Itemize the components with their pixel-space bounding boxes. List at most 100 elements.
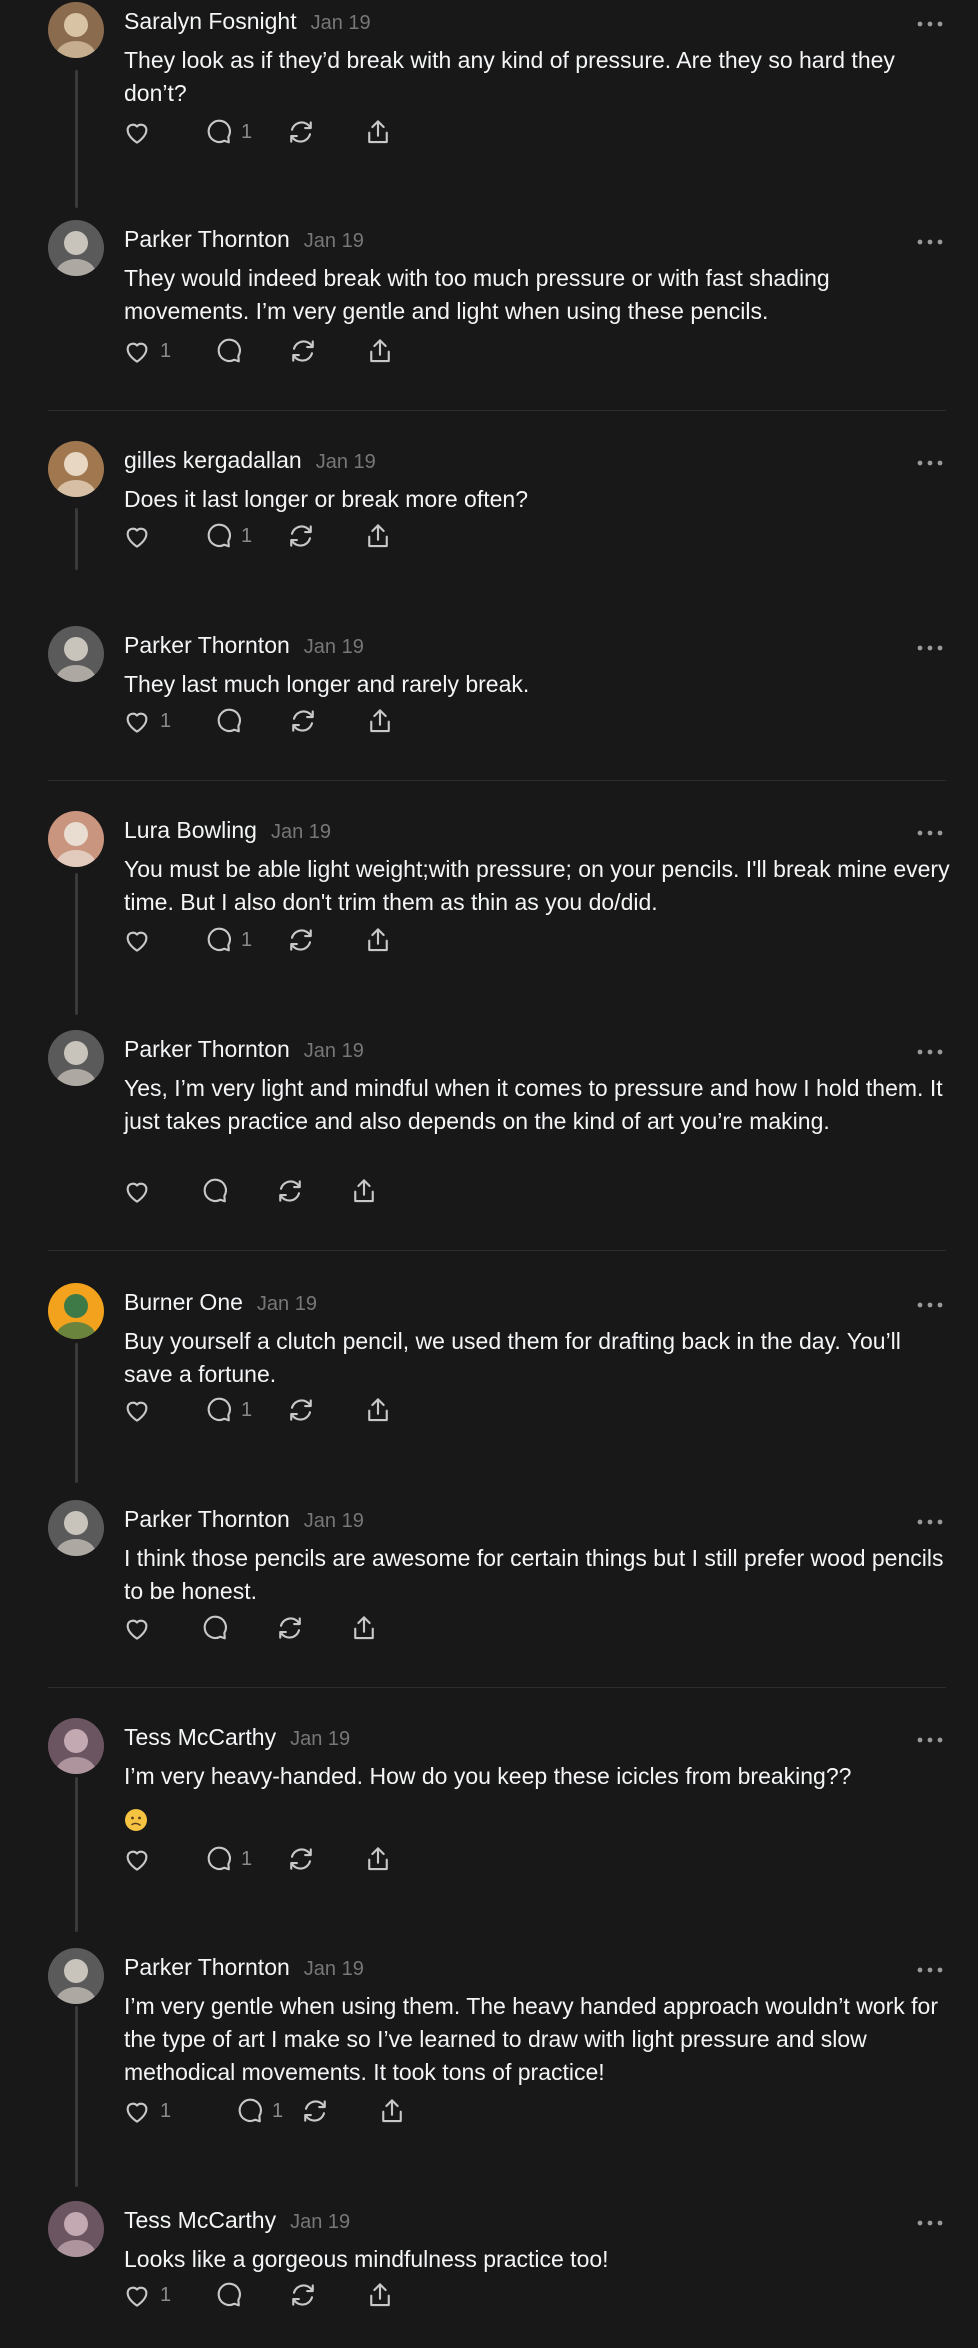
author-name[interactable]: Parker Thornton Jan 19	[124, 632, 364, 659]
more-options-icon[interactable]	[916, 234, 944, 245]
avatar-tess[interactable]	[48, 2201, 104, 2257]
thread-divider	[48, 410, 946, 411]
share-button[interactable]	[365, 336, 395, 366]
avatar-saralyn[interactable]	[48, 2, 104, 58]
more-options-icon[interactable]	[916, 1297, 944, 1308]
repost-button[interactable]	[275, 1613, 305, 1643]
author-name[interactable]: Tess McCarthy Jan 19	[124, 2207, 350, 2234]
author-name-label[interactable]: Parker Thornton	[124, 632, 290, 658]
more-options-icon[interactable]	[916, 2215, 944, 2226]
like-button[interactable]	[122, 1176, 152, 1206]
like-button[interactable]	[122, 1395, 152, 1425]
author-name-label[interactable]: gilles kergadallan	[124, 447, 302, 473]
like-button[interactable]: 1	[122, 336, 171, 366]
more-options-icon[interactable]	[916, 1044, 944, 1055]
post-text: They look as if they’d break with any ki…	[124, 47, 895, 106]
reply-button[interactable]: 1	[234, 2096, 283, 2126]
author-name-label[interactable]: Tess McCarthy	[124, 1724, 276, 1750]
author-name[interactable]: Parker Thornton Jan 19	[124, 1036, 364, 1063]
share-button[interactable]	[349, 1176, 379, 1206]
author-name[interactable]: Parker Thornton Jan 19	[124, 226, 364, 253]
like-button[interactable]	[122, 1613, 152, 1643]
author-name[interactable]: Tess McCarthy Jan 19	[124, 1724, 350, 1751]
repost-button[interactable]	[286, 1844, 316, 1874]
avatar-parker[interactable]	[48, 1500, 104, 1556]
repost-button[interactable]	[286, 117, 316, 147]
heart-icon	[122, 925, 152, 955]
author-name[interactable]: Burner One Jan 19	[124, 1289, 317, 1316]
reply-button[interactable]	[199, 1176, 229, 1206]
avatar-parker[interactable]	[48, 1030, 104, 1086]
more-options-icon[interactable]	[916, 16, 944, 27]
author-name-label[interactable]: Parker Thornton	[124, 1036, 290, 1062]
avatar-lura[interactable]	[48, 811, 104, 867]
like-button[interactable]	[122, 925, 152, 955]
more-options-icon[interactable]	[916, 1732, 944, 1743]
reply-button[interactable]	[199, 1613, 229, 1643]
repost-button[interactable]	[286, 521, 316, 551]
repost-button[interactable]	[275, 1176, 305, 1206]
share-button[interactable]	[363, 1395, 393, 1425]
avatar-tess[interactable]	[48, 1718, 104, 1774]
avatar-gilles[interactable]	[48, 441, 104, 497]
reply-button[interactable]	[213, 336, 243, 366]
share-button[interactable]	[363, 1844, 393, 1874]
author-name-label[interactable]: Parker Thornton	[124, 1506, 290, 1532]
thread-line	[75, 873, 78, 1015]
share-button[interactable]	[365, 706, 395, 736]
reply-button[interactable]: 1	[203, 1395, 252, 1425]
avatar-burner[interactable]	[48, 1283, 104, 1339]
reply-button[interactable]: 1	[203, 1844, 252, 1874]
author-name[interactable]: gilles kergadallan Jan 19	[124, 447, 376, 474]
share-button[interactable]	[363, 521, 393, 551]
author-name[interactable]: Lura Bowling Jan 19	[124, 817, 331, 844]
repost-button[interactable]	[288, 2280, 318, 2310]
share-button[interactable]	[377, 2096, 407, 2126]
post-date: Jan 19	[303, 636, 364, 658]
comment-icon	[213, 2280, 243, 2310]
reply-button[interactable]: 1	[203, 925, 252, 955]
repost-button[interactable]	[288, 336, 318, 366]
repost-button[interactable]	[288, 706, 318, 736]
share-button[interactable]	[365, 2280, 395, 2310]
more-options-icon[interactable]	[916, 640, 944, 651]
comment-icon	[203, 521, 233, 551]
share-button[interactable]	[363, 117, 393, 147]
author-name-label[interactable]: Lura Bowling	[124, 817, 257, 843]
reply-button[interactable]	[213, 706, 243, 736]
author-name-label[interactable]: Burner One	[124, 1289, 243, 1315]
more-options-icon[interactable]	[916, 825, 944, 836]
author-name[interactable]: Parker Thornton Jan 19	[124, 1506, 364, 1533]
avatar-parker[interactable]	[48, 626, 104, 682]
reply-button[interactable]	[213, 2280, 243, 2310]
repost-button[interactable]	[300, 2096, 330, 2126]
like-button[interactable]	[122, 1844, 152, 1874]
like-button[interactable]	[122, 117, 152, 147]
reply-count: 1	[241, 120, 253, 143]
more-options-icon[interactable]	[916, 1962, 944, 1973]
author-name-label[interactable]: Parker Thornton	[124, 1954, 290, 1980]
like-button[interactable]: 1	[122, 2280, 171, 2310]
confused-face-emoji	[124, 1808, 148, 1832]
author-name[interactable]: Saralyn Fosnight Jan 19	[124, 8, 371, 35]
avatar-parker[interactable]	[48, 220, 104, 276]
author-name-label[interactable]: Parker Thornton	[124, 226, 290, 252]
post-text: They would indeed break with too much pr…	[124, 265, 830, 324]
heart-icon	[122, 706, 152, 736]
repost-button[interactable]	[286, 1395, 316, 1425]
reply-button[interactable]: 1	[203, 521, 252, 551]
like-button[interactable]: 1	[122, 706, 171, 736]
heart-icon	[122, 336, 152, 366]
author-name-label[interactable]: Saralyn Fosnight	[124, 8, 297, 34]
repost-button[interactable]	[286, 925, 316, 955]
like-button[interactable]: 1	[122, 2096, 171, 2126]
avatar-parker[interactable]	[48, 1948, 104, 2004]
more-options-icon[interactable]	[916, 1514, 944, 1525]
share-button[interactable]	[363, 925, 393, 955]
author-name[interactable]: Parker Thornton Jan 19	[124, 1954, 364, 1981]
author-name-label[interactable]: Tess McCarthy	[124, 2207, 276, 2233]
like-button[interactable]	[122, 521, 152, 551]
reply-button[interactable]: 1	[203, 117, 252, 147]
more-options-icon[interactable]	[916, 455, 944, 466]
share-button[interactable]	[349, 1613, 379, 1643]
